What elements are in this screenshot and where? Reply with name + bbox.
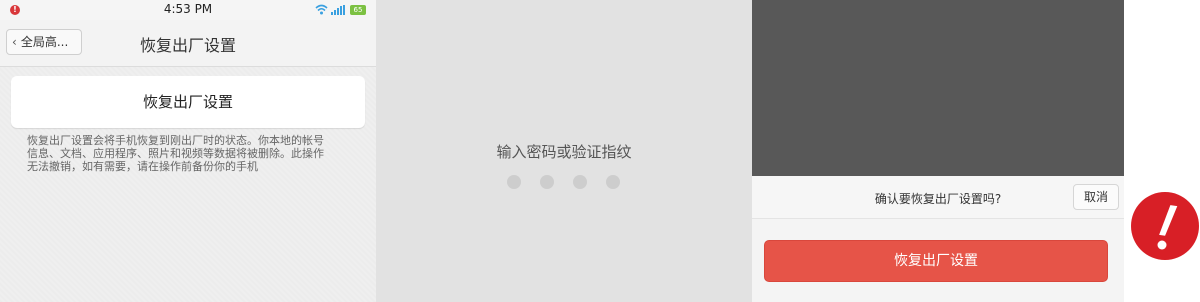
reset-description-line: 恢复出厂设置会将手机恢复到刚出厂时的状态。你本地的帐号	[27, 134, 324, 147]
reset-description-line: 无法撤销，如有需要，请在操作前备份你的手机	[27, 160, 258, 173]
battery-icon: 65	[350, 5, 366, 15]
password-screen: 输入密码或验证指纹	[376, 0, 752, 302]
action-sheet: 确认要恢复出厂设置吗? 取消 恢复出厂设置	[752, 176, 1124, 302]
confirm-dialog-screen: 确认要恢复出厂设置吗? 取消 恢复出厂设置	[752, 0, 1124, 302]
dim-overlay[interactable]	[752, 0, 1124, 176]
pin-dot	[507, 175, 521, 189]
status-bar: ! 4:53 PM 65	[0, 0, 376, 20]
signal-icon	[331, 5, 345, 15]
pin-dot	[540, 175, 554, 189]
pin-dot	[573, 175, 587, 189]
page-title: 恢复出厂设置	[139, 36, 236, 55]
factory-reset-button[interactable]: 恢复出厂设置	[11, 76, 365, 128]
settings-screen: ! 4:53 PM 65 ‹ 全局高... 恢复出厂设置 恢复出厂设置 恢复出厂设…	[0, 0, 376, 302]
action-sheet-header: 确认要恢复出厂设置吗? 取消	[752, 176, 1124, 219]
reset-description-line: 信息、文档、应用程序、照片和视频等数据将被删除。此操作	[27, 147, 324, 160]
password-prompt: 输入密码或验证指纹	[496, 143, 632, 161]
confirm-question: 确认要恢复出厂设置吗?	[874, 192, 1002, 206]
pin-dot	[606, 175, 620, 189]
wifi-icon	[315, 4, 328, 15]
navigation-bar: ‹ 全局高... 恢复出厂设置	[0, 20, 376, 67]
reset-description: 恢复出厂设置会将手机恢复到刚出厂时的状态。你本地的帐号 信息、文档、应用程序、照…	[27, 134, 352, 173]
cancel-button[interactable]: 取消	[1073, 184, 1119, 210]
confirm-reset-button[interactable]: 恢复出厂设置	[764, 240, 1108, 282]
alert-exclamation-icon	[1131, 192, 1199, 260]
